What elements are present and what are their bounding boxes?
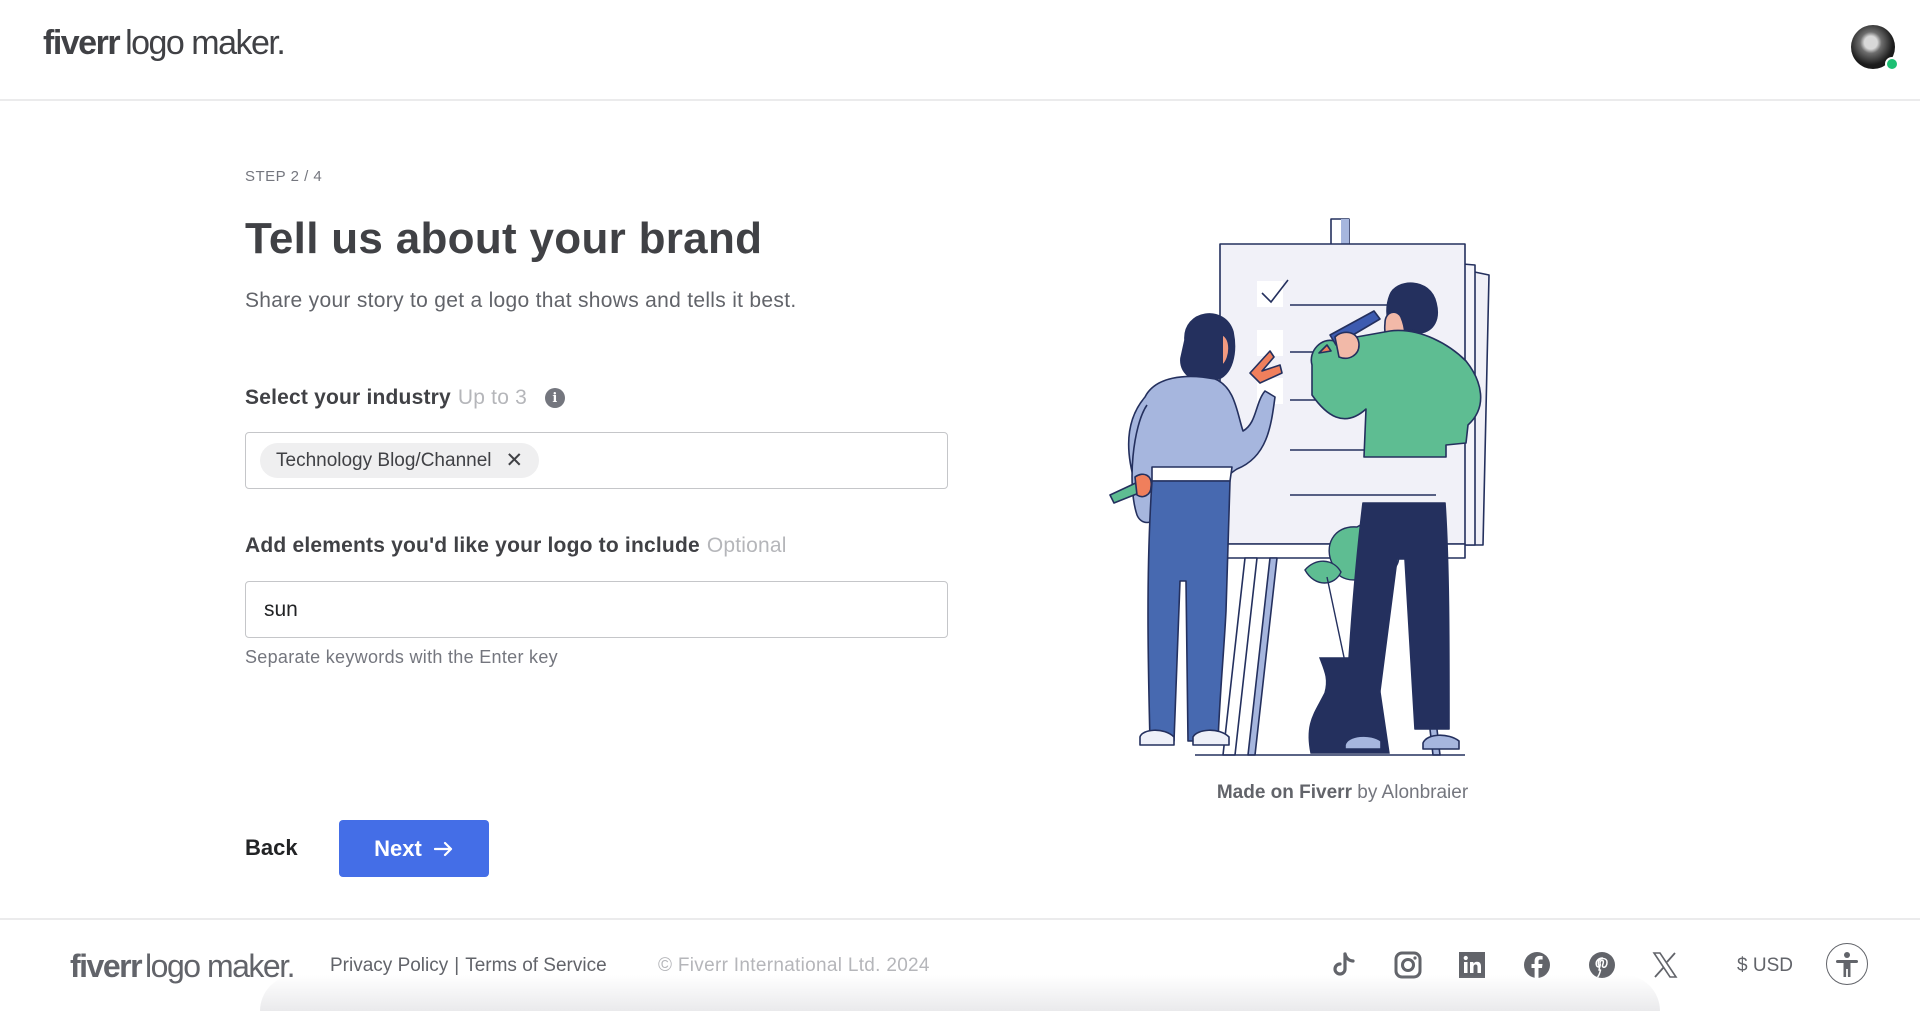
brand-illustration (1109, 218, 1490, 756)
industry-label-text: Select your industry (245, 386, 451, 409)
info-icon[interactable]: i (545, 388, 565, 408)
industry-chip-label: Technology Blog/Channel (276, 449, 492, 471)
terms-of-service-link[interactable]: Terms of Service (465, 955, 606, 977)
industry-select[interactable]: Technology Blog/Channel ✕ (245, 432, 948, 489)
footer-logo-brand: fiverr (70, 948, 143, 984)
currency-selector[interactable]: $ USD (1737, 955, 1793, 977)
bottom-shadow (260, 975, 1660, 1011)
footer-link-separator: | (454, 955, 460, 976)
accessibility-button[interactable] (1826, 943, 1868, 985)
industry-qualifier: Up to 3 (457, 386, 527, 409)
elements-label: Add elements you'd like your logo to inc… (245, 534, 787, 558)
footer-links: Privacy Policy | Terms of Service (330, 955, 607, 977)
back-button[interactable]: Back (245, 835, 298, 861)
arrow-right-icon (433, 841, 452, 856)
industry-label: Select your industry Up to 3 i (245, 386, 565, 410)
privacy-policy-link[interactable]: Privacy Policy (330, 955, 448, 977)
elements-label-text: Add elements you'd like your logo to inc… (245, 534, 700, 557)
industry-chip: Technology Blog/Channel ✕ (260, 443, 540, 478)
close-icon[interactable]: ✕ (506, 450, 524, 471)
footer-logo-suffix: logo maker. (145, 948, 295, 984)
page-subtitle: Share your story to get a logo that show… (245, 289, 797, 312)
caption-strong[interactable]: Made on Fiverr (1217, 782, 1352, 803)
elements-input[interactable] (260, 597, 947, 622)
top-header: fiverr logo maker. (0, 0, 1920, 101)
accessibility-icon (1836, 952, 1858, 977)
illustration-caption: Made on Fiverr by Alonbraier (1100, 782, 1585, 804)
logo-suffix: logo maker. (125, 24, 286, 62)
elements-qualifier: Optional (706, 534, 787, 557)
next-button-label: Next (374, 835, 422, 861)
logo-brand: fiverr (43, 24, 121, 62)
online-status-dot (1885, 57, 1899, 71)
x-icon[interactable] (1650, 950, 1680, 980)
footer-logo[interactable]: fiverr logo maker. (70, 948, 295, 985)
user-avatar[interactable] (1851, 25, 1899, 71)
fiverr-logo-maker-logo[interactable]: fiverr logo maker. (43, 24, 286, 63)
caption-author: by Alonbraier (1351, 782, 1469, 803)
step-indicator: STEP 2 / 4 (245, 168, 323, 185)
next-button[interactable]: Next (339, 820, 489, 877)
copyright: © Fiverr International Ltd. 2024 (658, 955, 930, 976)
elements-input-box[interactable] (245, 581, 948, 638)
elements-hint: Separate keywords with the Enter key (245, 647, 558, 667)
page-title: Tell us about your brand (245, 214, 763, 263)
